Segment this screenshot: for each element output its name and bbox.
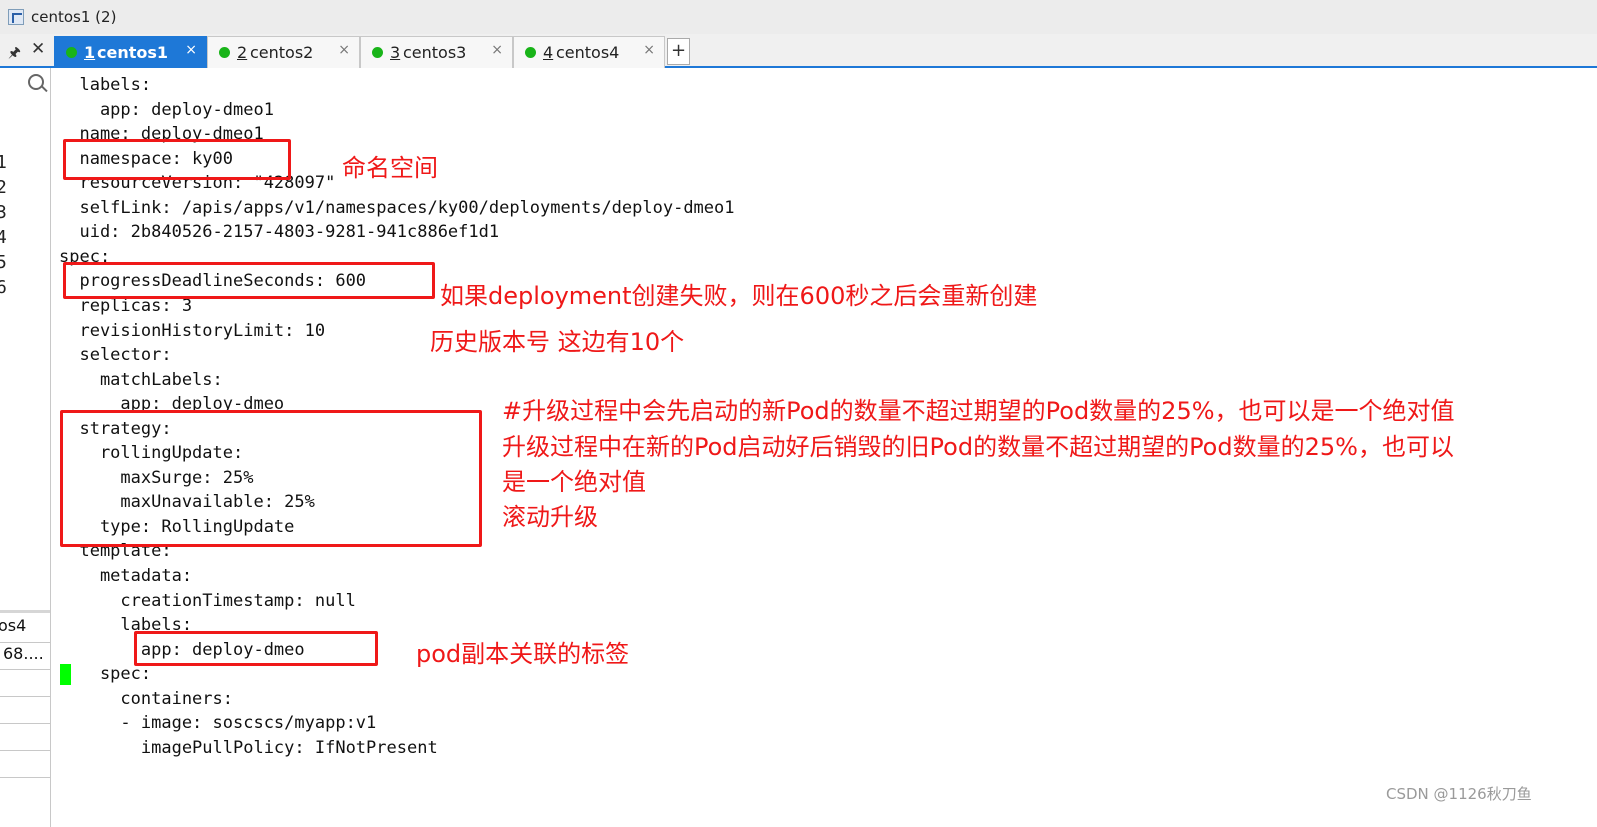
sidebar-number: 2 (0, 177, 7, 198)
annotation-pod-label: pod副本关联的标签 (416, 640, 630, 668)
terminal-line: - image: soscscs/myapp:v1 (59, 713, 377, 734)
title-bar: centos1 (2) (0, 0, 1597, 34)
search-icon[interactable] (28, 74, 44, 90)
tab-centos3[interactable]: 3 centos3 × (360, 36, 513, 68)
tab-close-icon[interactable]: × (491, 42, 503, 58)
sidebar-row-divider (0, 642, 50, 643)
terminal-output[interactable]: labels: app: deploy-dmeo1 name: deploy-d… (52, 68, 1597, 827)
tab-number: 3 (390, 43, 401, 62)
sidebar-row-divider (0, 696, 50, 697)
sidebar-row-divider (0, 750, 50, 751)
sidebar-session-item[interactable]: os4 (0, 616, 49, 635)
highlight-strategy (60, 410, 482, 547)
pin-icon[interactable]: 🖈 (8, 42, 21, 66)
highlight-deadline (63, 262, 435, 299)
tab-label: centos2 (250, 43, 314, 62)
status-dot-icon (219, 47, 230, 58)
status-dot-icon (525, 47, 536, 58)
annotation-history: 历史版本号 这边有10个 (430, 328, 685, 356)
tab-centos1[interactable]: 1 centos1 × (54, 36, 207, 68)
terminal-line: app: deploy-dmeo1 (59, 99, 274, 120)
terminal-line: selector: (59, 345, 172, 366)
annotation-deadline: 如果deployment创建失败，则在600秒之后会重新创建 (440, 282, 1038, 310)
sidebar-divider[interactable] (0, 610, 50, 613)
sidebar-number: 5 (0, 252, 7, 273)
terminal-line: imagePullPolicy: IfNotPresent (59, 737, 438, 758)
terminal-line: selfLink: /apis/apps/v1/namespaces/ky00/… (59, 197, 735, 218)
sidebar-number: 1 (0, 152, 7, 173)
terminal-line: metadata: (59, 566, 193, 586)
tab-close-icon[interactable]: × (643, 42, 655, 58)
tab-number: 4 (543, 43, 554, 62)
sidebar-number: 4 (0, 227, 7, 248)
window-title: centos1 (2) (31, 8, 117, 26)
sidebar-number: 6 (0, 277, 7, 298)
add-tab-button[interactable]: + (667, 38, 690, 65)
terminal-cursor (60, 664, 71, 685)
status-dot-icon (66, 47, 77, 58)
tab-close-icon[interactable]: × (338, 42, 350, 58)
annotation-max-surge: #升级过程中会先启动的新Pod的数量不超过期望的Pod数量的25%，也可以是一个… (502, 397, 1455, 425)
annotation-max-unavailable: 升级过程中在新的Pod启动好后销毁的旧Pod的数量不超过期望的Pod数量的25%… (502, 433, 1454, 461)
sidebar-row-divider (0, 669, 50, 670)
panel-close-icon[interactable]: ✕ (31, 39, 45, 59)
terminal-line: matchLabels: (59, 369, 223, 390)
tab-label: centos1 (97, 43, 169, 62)
session-sidebar: 1 2 3 4 5 6 os4 68.... (0, 68, 51, 827)
annotation-max-unavailable-cont: 是一个绝对值 (502, 468, 646, 496)
tab-close-icon[interactable]: × (185, 42, 197, 58)
tab-label: centos3 (403, 43, 467, 62)
highlight-namespace (63, 139, 291, 180)
highlight-pod-label (134, 631, 378, 666)
app-icon (8, 9, 24, 25)
terminal-line: containers: (59, 688, 233, 709)
annotation-namespace: 命名空间 (342, 154, 438, 182)
terminal-line: uid: 2b840526-2157-4803-9281-941c886ef1d… (59, 222, 500, 243)
terminal-line: labels: (59, 75, 152, 95)
terminal-line: creationTimestamp: null (59, 590, 356, 611)
tab-centos4[interactable]: 4 centos4 × (513, 36, 665, 68)
tab-number: 1 (84, 43, 96, 62)
sidebar-number: 3 (0, 202, 7, 223)
terminal-line: revisionHistoryLimit: 10 (59, 320, 326, 341)
sidebar-row-divider (0, 777, 50, 778)
sidebar-session-item[interactable]: 68.... (3, 644, 50, 663)
sidebar-row-divider (0, 723, 50, 724)
annotation-rolling-update: 滚动升级 (502, 503, 598, 531)
tab-label: centos4 (556, 43, 620, 62)
tab-centos2[interactable]: 2 centos2 × (207, 36, 360, 68)
watermark: CSDN @1126秋刀鱼 (1386, 785, 1532, 803)
tab-number: 2 (237, 43, 248, 62)
status-dot-icon (372, 47, 383, 58)
